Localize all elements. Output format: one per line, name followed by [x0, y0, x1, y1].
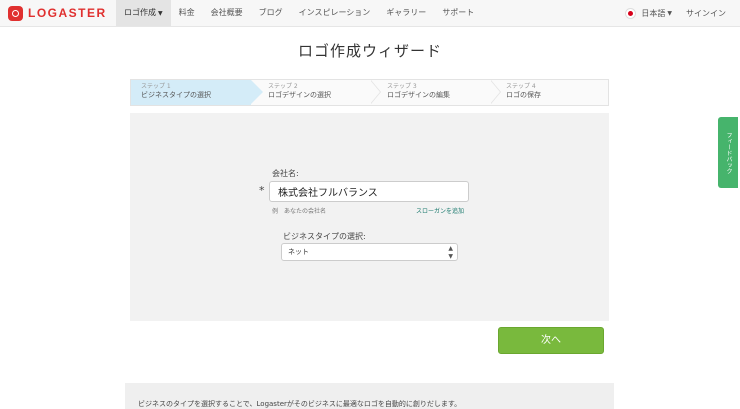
- nav-item-blog[interactable]: ブログ: [251, 0, 291, 26]
- next-button[interactable]: 次へ: [498, 327, 604, 354]
- step-3: ステップ 3 ロゴデザインの編集: [377, 80, 497, 105]
- wizard-stepper: ステップ 1 ビジネスタイプの選択 ステップ 2 ロゴデザインの選択 ステップ …: [130, 79, 609, 106]
- japan-flag-icon: [625, 7, 637, 19]
- form-panel: [130, 113, 609, 321]
- nav-item-inspiration[interactable]: インスピレーション: [291, 0, 379, 26]
- caret-down-icon: ▼: [158, 10, 163, 17]
- nav-item-label: ロゴ作成: [124, 8, 156, 17]
- main-nav: ロゴ作成 ▼ 料金 会社概要 ブログ インスピレーション ギャラリー サポート: [116, 0, 482, 26]
- step-4: ステップ 4 ロゴの保存: [496, 80, 616, 105]
- nav-item-about[interactable]: 会社概要: [203, 0, 251, 26]
- step-number: ステップ 1: [141, 83, 171, 90]
- step-number: ステップ 4: [506, 83, 536, 90]
- select-arrows-icon: ▲ ▼: [448, 245, 453, 260]
- top-navigation-bar: LOGASTER ロゴ作成 ▼ 料金 会社概要 ブログ インスピレーション ギャラ…: [0, 0, 740, 27]
- step-label: ビジネスタイプの選択: [141, 91, 211, 99]
- nav-item-logo-create[interactable]: ロゴ作成 ▼: [116, 0, 171, 26]
- signin-link[interactable]: サインイン: [686, 8, 726, 19]
- business-type-selected: ネット: [288, 248, 309, 256]
- required-asterisk: *: [259, 184, 265, 197]
- feedback-tab[interactable]: フィードバック: [718, 117, 738, 188]
- nav-item-gallery[interactable]: ギャラリー: [378, 0, 434, 26]
- step-label: ロゴデザインの編集: [387, 91, 450, 99]
- language-selector[interactable]: 日本語 ▼: [625, 7, 672, 19]
- logo-icon: [8, 5, 23, 21]
- step-1[interactable]: ステップ 1 ビジネスタイプの選択: [131, 80, 263, 105]
- caret-down-icon: ▼: [667, 9, 672, 17]
- business-type-label: ビジネスタイプの選択:: [283, 232, 366, 241]
- step-number: ステップ 2: [268, 83, 298, 90]
- nav-item-pricing[interactable]: 料金: [171, 0, 203, 26]
- language-label: 日本語: [641, 8, 666, 18]
- add-slogan-link[interactable]: スローガンを追加: [416, 206, 464, 215]
- nav-item-support[interactable]: サポート: [434, 0, 482, 26]
- step-number: ステップ 3: [387, 83, 417, 90]
- page-title: ロゴ作成ウィザード: [297, 42, 442, 60]
- step-label: ロゴの保存: [506, 91, 541, 99]
- right-nav: 日本語 ▼ サインイン: [625, 0, 726, 26]
- info-text: ビジネスのタイプを選択することで、Logasterがそのビジネスに最適なロゴを自…: [138, 400, 462, 408]
- company-name-label: 会社名:: [272, 169, 299, 178]
- company-name-input[interactable]: [269, 181, 469, 202]
- business-type-select[interactable]: ネット ▲ ▼: [281, 243, 458, 261]
- logaster-logo[interactable]: LOGASTER: [8, 5, 107, 21]
- step-2: ステップ 2 ロゴデザインの選択: [258, 80, 378, 105]
- logo-text: LOGASTER: [28, 6, 107, 20]
- company-name-example: 例 あなたの会社名: [272, 208, 327, 215]
- step-label: ロゴデザインの選択: [268, 91, 331, 99]
